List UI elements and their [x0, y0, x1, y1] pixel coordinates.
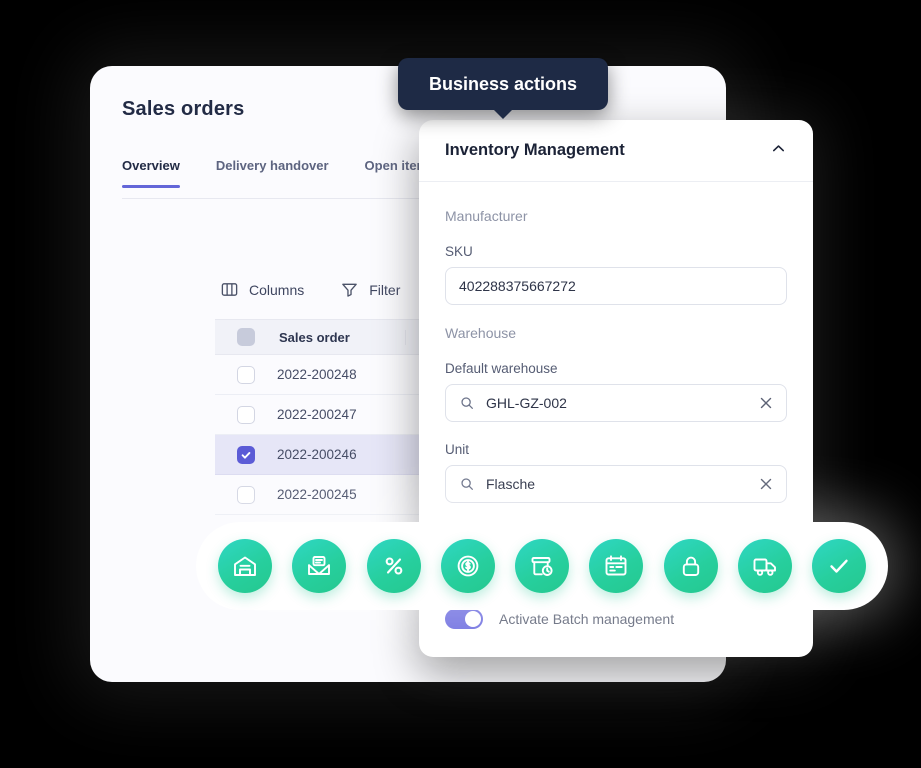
- batch-management-label: Activate Batch management: [499, 611, 675, 627]
- cell-sales-order: 2022-200248: [277, 367, 357, 382]
- screen: Sales orders Overview Delivery handover …: [0, 0, 921, 768]
- filter-label: Filter: [369, 281, 401, 298]
- default-warehouse-input[interactable]: GHL-GZ-002: [445, 384, 787, 422]
- check-icon: [824, 551, 854, 581]
- panel-body: Manufacturer SKU 402288375667272 Warehou…: [419, 182, 813, 503]
- default-warehouse-label: Default warehouse: [445, 361, 558, 376]
- clear-icon[interactable]: [759, 477, 773, 491]
- cell-sales-order: 2022-200247: [277, 407, 357, 422]
- business-actions-bar: [196, 522, 888, 610]
- sku-value: 402288375667272: [459, 278, 576, 294]
- percent-icon: [380, 552, 408, 580]
- select-all-cell[interactable]: [215, 328, 277, 346]
- page-title: Sales orders: [122, 98, 245, 120]
- delivery-truck-icon-button[interactable]: [737, 539, 792, 593]
- warehouse-icon-button[interactable]: [218, 539, 272, 593]
- batch-management-toggle-row[interactable]: Activate Batch management: [445, 609, 674, 629]
- warehouse-section-label: Warehouse: [445, 325, 517, 341]
- columns-button[interactable]: Columns: [220, 280, 304, 299]
- row-select-cell[interactable]: [215, 405, 277, 424]
- row-select-cell[interactable]: [215, 445, 277, 464]
- manufacturer-section-label: Manufacturer: [445, 208, 528, 224]
- search-icon: [459, 476, 475, 492]
- search-icon: [459, 395, 475, 411]
- warehouse-icon: [231, 552, 259, 580]
- lock-icon-button[interactable]: [663, 539, 718, 593]
- panel-header[interactable]: Inventory Management: [419, 120, 813, 182]
- column-header-sales-order[interactable]: Sales order: [277, 330, 405, 345]
- tab-delivery-handover[interactable]: Delivery handover: [216, 158, 329, 188]
- calendar-icon-button[interactable]: [589, 539, 644, 593]
- unit-value: Flasche: [486, 476, 536, 492]
- select-all-checkbox[interactable]: [237, 328, 255, 346]
- row-select-cell[interactable]: [215, 485, 277, 504]
- tab-overview[interactable]: Overview: [122, 158, 180, 188]
- delivery-truck-icon: [751, 552, 779, 580]
- unit-input[interactable]: Flasche: [445, 465, 787, 503]
- row-select-cell[interactable]: [215, 365, 277, 384]
- row-checkbox-checked[interactable]: [237, 445, 255, 464]
- dollar-coin-icon-button[interactable]: [440, 539, 495, 593]
- clear-icon[interactable]: [759, 396, 773, 410]
- inbox-mail-icon-button[interactable]: [292, 539, 347, 593]
- lock-icon: [677, 552, 705, 580]
- check-icon-button[interactable]: [812, 539, 866, 593]
- default-warehouse-value: GHL-GZ-002: [486, 395, 567, 411]
- archive-clock-icon-button[interactable]: [515, 539, 569, 593]
- chevron-up-icon[interactable]: [770, 140, 787, 162]
- calendar-icon: [602, 552, 630, 580]
- cell-sales-order: 2022-200246: [277, 447, 357, 462]
- row-checkbox[interactable]: [237, 405, 255, 424]
- archive-clock-icon: [528, 552, 556, 580]
- sku-label: SKU: [445, 244, 473, 259]
- filter-button[interactable]: Filter: [340, 280, 400, 299]
- row-checkbox[interactable]: [237, 365, 255, 384]
- percent-icon-button[interactable]: [366, 539, 421, 593]
- cell-sales-order: 2022-200245: [277, 487, 357, 502]
- business-actions-tooltip: Business actions: [398, 58, 608, 110]
- columns-label: Columns: [249, 281, 305, 298]
- panel-title: Inventory Management: [445, 141, 625, 159]
- unit-label: Unit: [445, 442, 470, 457]
- columns-icon: [220, 280, 239, 299]
- tooltip-label: Business actions: [428, 73, 578, 94]
- sku-input[interactable]: 402288375667272: [445, 267, 787, 305]
- batch-management-switch[interactable]: [445, 609, 483, 629]
- filter-icon: [340, 280, 359, 299]
- inbox-mail-icon: [305, 552, 333, 580]
- row-checkbox[interactable]: [237, 485, 255, 504]
- dollar-coin-icon: [454, 552, 482, 580]
